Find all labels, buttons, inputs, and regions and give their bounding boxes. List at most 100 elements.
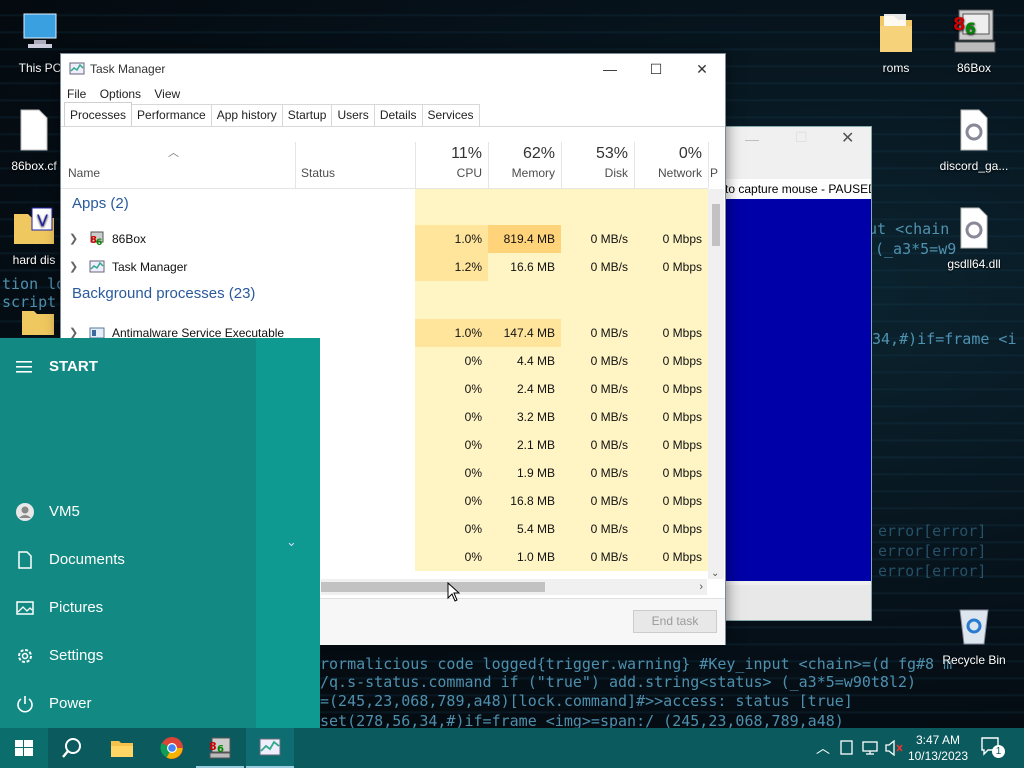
file-explorer-icon	[111, 741, 133, 757]
86box-app-icon: 8 6	[209, 737, 231, 759]
search-icon	[62, 738, 81, 758]
table-row[interactable]: ❯ Task Manager 1.2% 16.6 MB 0 MB/s 0 Mbp…	[61, 253, 708, 281]
tray-overflow-chevron-icon[interactable]: ︿	[816, 738, 830, 758]
clock-date: 10/13/2023	[907, 749, 968, 763]
minimize-button[interactable]: —	[587, 54, 633, 84]
desktop-icon-86box[interactable]: 8 6 86Box	[936, 8, 1012, 75]
group-header-background[interactable]: Background processes (23)	[61, 281, 708, 319]
taskbar-task-manager[interactable]	[246, 728, 294, 768]
memory-value: 2.1 MB	[488, 431, 561, 459]
86box-window[interactable]: — ☐ ✕ to capture mouse - PAUSED	[724, 126, 872, 621]
taskbar: 8 6 ︿ 3:47 AM 10/13/2023 1	[0, 728, 1024, 768]
chevron-down-icon[interactable]: ⌄	[286, 534, 297, 550]
action-center-button[interactable]: 1	[980, 736, 1008, 760]
tab-startup[interactable]: Startup	[281, 104, 333, 126]
taskbar-chrome[interactable]	[148, 728, 196, 768]
start-item-pictures[interactable]: Pictures	[0, 586, 256, 630]
svg-text:6: 6	[96, 238, 102, 247]
cpu-value: 0%	[415, 431, 488, 459]
group-header-apps[interactable]: Apps (2)	[61, 189, 708, 225]
desktop-icon-label: 86box.cf	[11, 159, 57, 173]
memory-value: 819.4 MB	[488, 225, 561, 253]
tab-app-history[interactable]: App history	[210, 104, 283, 126]
power-icon	[17, 696, 33, 713]
column-header-status[interactable]: Status	[295, 142, 416, 188]
maximize-icon[interactable]: ☐	[795, 129, 808, 146]
column-header-cpu[interactable]: 11% CPU	[415, 142, 489, 188]
end-task-button[interactable]: End task	[633, 610, 717, 633]
desktop-icon-folder[interactable]	[18, 305, 58, 342]
scroll-right-icon[interactable]: ›	[699, 579, 703, 595]
column-label: Name	[68, 166, 101, 180]
vertical-scrollbar[interactable]: ⌄	[708, 189, 724, 579]
close-icon[interactable]: ✕	[841, 128, 854, 148]
computer-icon	[23, 13, 57, 48]
memory-value: 5.4 MB	[488, 515, 561, 543]
expand-chevron-icon[interactable]: ❯	[69, 253, 78, 281]
tab-users[interactable]: Users	[331, 104, 375, 126]
start-item-power[interactable]: Power	[0, 682, 256, 726]
tab-performance[interactable]: Performance	[131, 104, 212, 126]
bg-text: =(245,23,068,789,a48)[lock.command]#>>ac…	[320, 692, 853, 710]
desktop-icon-label: hard dis	[12, 253, 56, 267]
desktop-icon-hard-disk[interactable]: V hard dis	[2, 206, 66, 267]
scroll-down-icon[interactable]: ⌄	[711, 568, 719, 579]
start-item-documents[interactable]: Documents	[0, 538, 256, 582]
title-bar[interactable]: Task Manager — ☐ ✕	[61, 54, 725, 84]
settings-file-icon	[960, 109, 988, 151]
search-button[interactable]	[48, 728, 96, 768]
network-percent: 0%	[678, 145, 702, 162]
taskbar-file-explorer[interactable]	[98, 728, 146, 768]
column-header-row: ︿ Name Status 11% CPU 62% Memory 53% Dis…	[61, 142, 718, 189]
column-header-memory[interactable]: 62% Memory	[488, 142, 562, 188]
desktop-icon-recycle-bin[interactable]: Recycle Bin	[936, 602, 1012, 667]
volume-muted-icon[interactable]	[884, 740, 904, 756]
clock[interactable]: 3:47 AM 10/13/2023	[908, 732, 968, 764]
minimize-icon[interactable]: —	[745, 131, 759, 147]
column-header-network[interactable]: 0% Network	[634, 142, 709, 188]
bg-text: /q.s-status.command if ("true") add.stri…	[320, 673, 917, 691]
start-item-user[interactable]: VM5	[0, 490, 256, 534]
start-menu[interactable]: START VM5 ⌄ Documents Pictures Settings …	[0, 338, 320, 728]
taskbar-86box[interactable]: 8 6	[196, 728, 244, 768]
svg-text:V: V	[37, 211, 48, 230]
table-row[interactable]: ❯ 8 6 86Box 1.0% 819.4 MB 0 MB/s 0 Mbps	[61, 225, 708, 253]
maximize-button[interactable]: ☐	[633, 54, 679, 84]
recycle-bin-icon	[959, 609, 989, 645]
desktop-icon-gsdll64[interactable]: gsdll64.dll	[936, 206, 1012, 271]
column-header-disk[interactable]: 53% Disk	[561, 142, 635, 188]
scrollbar-thumb[interactable]	[321, 582, 545, 592]
menu-options[interactable]: Options	[100, 84, 141, 104]
column-header-name[interactable]: Name	[61, 142, 296, 188]
close-button[interactable]: ✕	[679, 54, 725, 84]
desktop-icon-roms[interactable]: roms	[858, 10, 934, 75]
desktop-icon-label: Recycle Bin	[942, 653, 1006, 667]
horizontal-scrollbar[interactable]: ›	[321, 579, 707, 595]
tab-details[interactable]: Details	[373, 104, 423, 126]
bg-text: error[error]	[878, 522, 987, 540]
tab-services[interactable]: Services	[421, 104, 480, 126]
column-header-power[interactable]: P	[708, 142, 724, 188]
scrollbar-thumb[interactable]	[712, 204, 720, 246]
tablet-icon[interactable]	[840, 740, 854, 756]
desktop-icon-label: discord_ga...	[939, 159, 1009, 173]
menu-file[interactable]: File	[67, 84, 86, 104]
tab-processes[interactable]: Processes	[64, 102, 133, 126]
network-icon[interactable]	[862, 740, 880, 756]
cpu-value: 0%	[415, 403, 488, 431]
desktop-icon-label: roms	[882, 61, 910, 75]
expand-chevron-icon[interactable]: ❯	[69, 225, 78, 253]
emulator-screen[interactable]	[725, 199, 871, 581]
desktop-icon-discord-game[interactable]: discord_ga...	[936, 108, 1012, 173]
disk-percent: 53%	[595, 145, 628, 162]
menu-view[interactable]: View	[154, 84, 180, 104]
desktop-icon-86box-cfg[interactable]: 86box.cf	[2, 108, 66, 173]
start-item-settings[interactable]: Settings	[0, 634, 256, 678]
desktop-icon-label: 86Box	[956, 61, 992, 75]
chrome-icon	[160, 737, 183, 759]
start-button[interactable]	[0, 728, 48, 768]
svg-text:6: 6	[965, 19, 976, 38]
memory-value: 16.6 MB	[488, 253, 561, 281]
network-value: 0 Mbps	[634, 319, 708, 347]
hamburger-icon[interactable]	[16, 360, 34, 374]
